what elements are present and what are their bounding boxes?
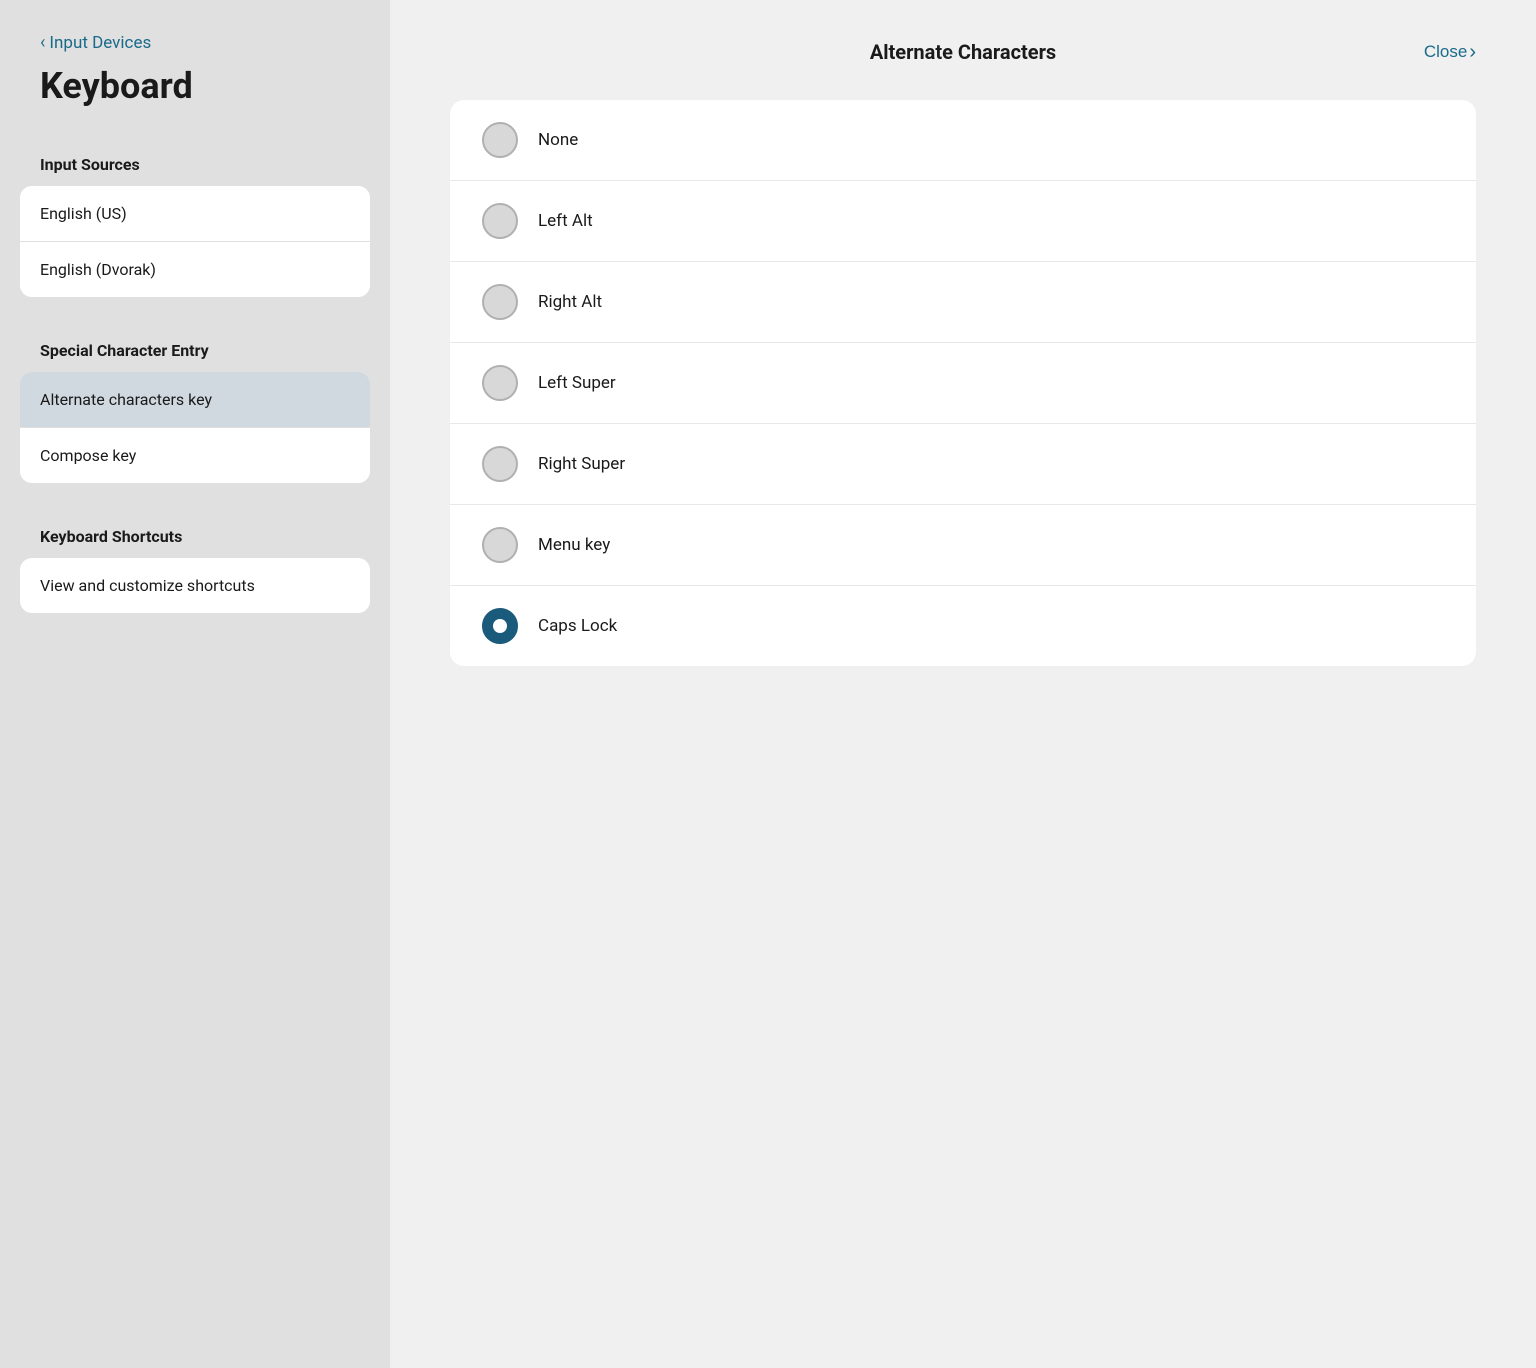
option-row-caps-lock[interactable]: Caps Lock (450, 586, 1476, 666)
close-chevron-icon: › (1469, 41, 1476, 64)
radio-caps-lock (482, 608, 518, 644)
input-sources-card: English (US) English (Dvorak) (20, 186, 370, 297)
left-panel: ‹ Input Devices Keyboard Input Sources E… (0, 0, 390, 1368)
option-label-left-super: Left Super (538, 373, 616, 393)
option-row-right-super[interactable]: Right Super (450, 424, 1476, 505)
option-label-right-alt: Right Alt (538, 292, 602, 312)
section-label-special-character-entry: Special Character Entry (0, 325, 390, 372)
list-item-compose-key[interactable]: Compose key (20, 428, 370, 483)
close-button[interactable]: Close › (1424, 41, 1476, 64)
back-label: Input Devices (49, 33, 151, 53)
option-row-none[interactable]: None (450, 100, 1476, 181)
option-label-menu-key: Menu key (538, 535, 610, 555)
option-row-left-super[interactable]: Left Super (450, 343, 1476, 424)
back-chevron-icon: ‹ (40, 32, 45, 53)
radio-right-alt (482, 284, 518, 320)
radio-left-super (482, 365, 518, 401)
option-label-right-super: Right Super (538, 454, 625, 474)
option-label-none: None (538, 130, 578, 150)
list-item-view-customize-shortcuts[interactable]: View and customize shortcuts (20, 558, 370, 613)
panel-header: Alternate Characters Close › (450, 40, 1476, 64)
option-row-right-alt[interactable]: Right Alt (450, 262, 1476, 343)
section-label-input-sources: Input Sources (0, 139, 390, 186)
list-item-english-dvorak[interactable]: English (Dvorak) (20, 242, 370, 297)
panel-title: Alternate Characters (870, 40, 1056, 64)
radio-right-super (482, 446, 518, 482)
keyboard-shortcuts-card: View and customize shortcuts (20, 558, 370, 613)
right-panel: Alternate Characters Close › None Left A… (390, 0, 1536, 1368)
options-card: None Left Alt Right Alt Left Super Right… (450, 100, 1476, 666)
close-label: Close (1424, 42, 1467, 62)
radio-caps-lock-inner (493, 619, 507, 633)
page-title: Keyboard (0, 61, 390, 139)
radio-menu-key (482, 527, 518, 563)
back-link[interactable]: ‹ Input Devices (0, 32, 390, 61)
option-label-left-alt: Left Alt (538, 211, 593, 231)
list-item-english-us[interactable]: English (US) (20, 186, 370, 242)
list-item-alternate-characters-key[interactable]: Alternate characters key (20, 372, 370, 428)
radio-left-alt (482, 203, 518, 239)
option-row-left-alt[interactable]: Left Alt (450, 181, 1476, 262)
radio-none (482, 122, 518, 158)
section-label-keyboard-shortcuts: Keyboard Shortcuts (0, 511, 390, 558)
option-row-menu-key[interactable]: Menu key (450, 505, 1476, 586)
option-label-caps-lock: Caps Lock (538, 616, 617, 636)
special-character-entry-card: Alternate characters key Compose key (20, 372, 370, 483)
